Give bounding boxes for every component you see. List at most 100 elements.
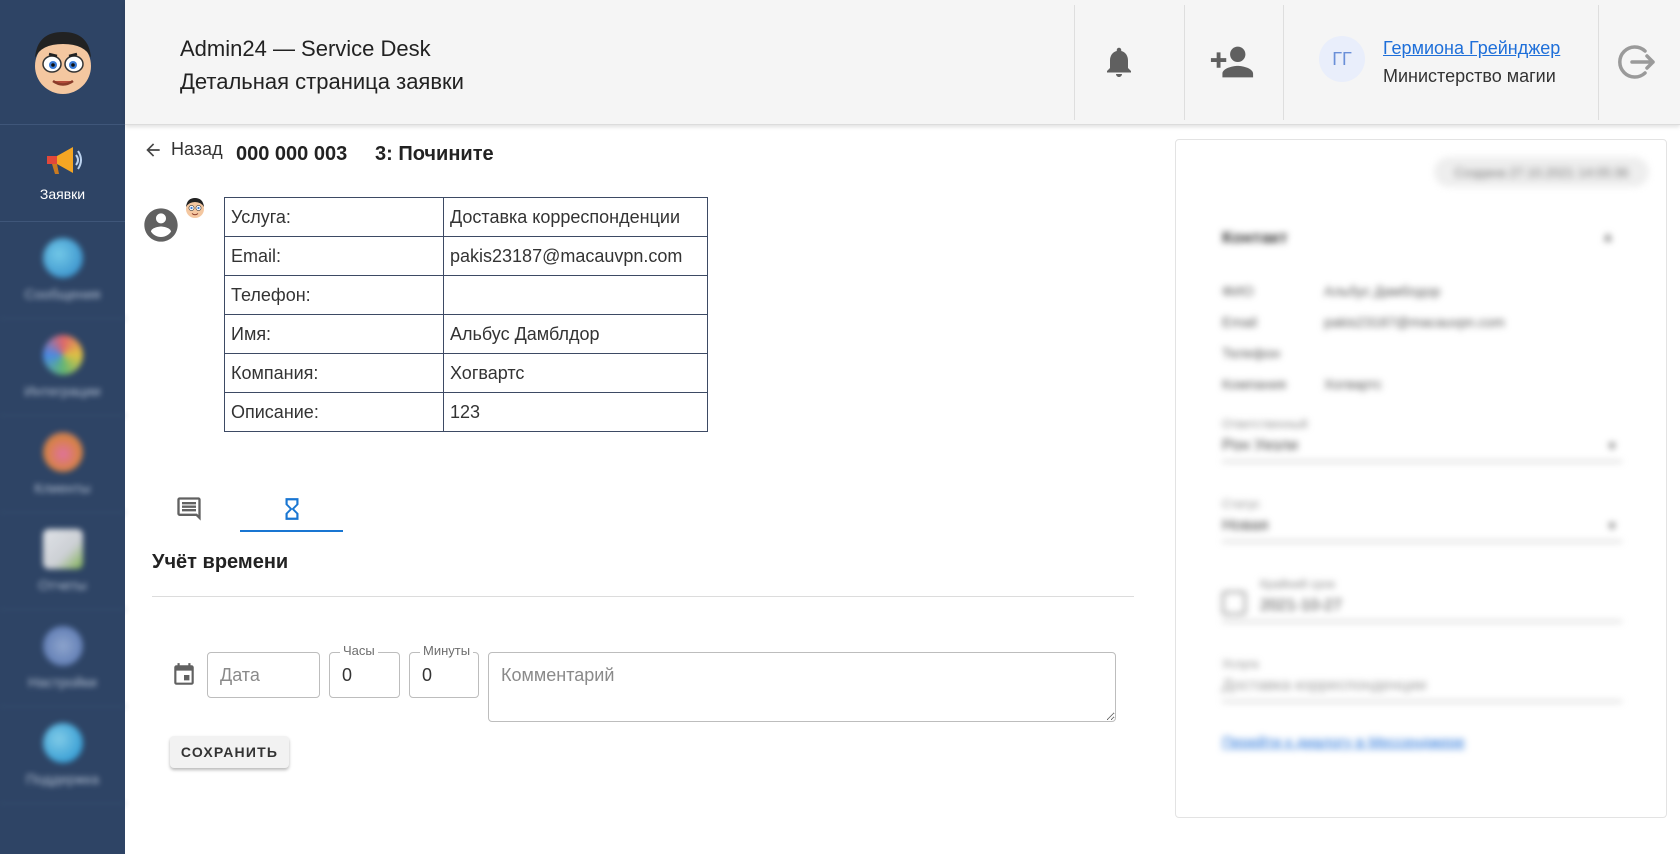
side-panel-content: Создана 27.10.2021 14:05:36 Контакт ▲ ФИ… — [1176, 140, 1666, 817]
contact-row: Email pakis23187@macauvpn.com — [1222, 314, 1505, 330]
time-tracking-title: Учёт времени — [152, 551, 289, 573]
sidebar-item-label: Клиенты — [34, 480, 91, 496]
calendar-icon — [1222, 591, 1246, 615]
app-title: Admin24 — Service Desk — [180, 36, 431, 61]
ticket-info-table: Услуга: Доставка корреспонденции Email: … — [224, 197, 708, 432]
bell-icon — [1107, 47, 1131, 77]
back-label: Назад — [171, 139, 223, 159]
sidebar: Заявки Сообщения Интеграции Клиенты Отче… — [0, 0, 125, 854]
contact-key: Телефон — [1222, 345, 1281, 361]
ticket-number: 000 000 003 — [236, 143, 348, 165]
client-photo-icon — [186, 198, 204, 218]
header-divider — [1283, 5, 1284, 120]
integrations-icon — [42, 335, 83, 375]
arrow-left-icon — [146, 142, 160, 157]
status-value: Новая — [1222, 517, 1269, 534]
comment-field[interactable] — [488, 652, 1116, 722]
header-divider — [1074, 5, 1075, 120]
logo-avatar[interactable] — [0, 0, 125, 125]
contact-key: Email — [1222, 314, 1258, 330]
save-button[interactable]: СОХРАНИТЬ — [170, 736, 289, 768]
chevron-down-icon: ▼ — [1606, 519, 1618, 533]
ticket-title: 3: Почините — [375, 143, 494, 165]
sidebar-item-support[interactable]: Поддержка — [0, 707, 125, 804]
comment-textarea[interactable] — [489, 653, 1115, 721]
sidebar-item-clients[interactable]: Клиенты — [0, 416, 125, 513]
date-input[interactable] — [208, 653, 319, 697]
assignee-value: Рон Уизли — [1222, 437, 1298, 454]
contact-value: pakis23187@macauvpn.com — [1324, 314, 1505, 330]
header-divider — [1184, 5, 1185, 120]
logout-icon — [1618, 45, 1655, 79]
sidebar-item-settings[interactable]: Настройки — [0, 610, 125, 707]
service-label: Услуга — [1222, 657, 1259, 671]
hours-field[interactable]: Часы — [329, 643, 400, 698]
info-key: Услуга: — [224, 197, 444, 237]
status-select[interactable]: Статус Новая ▼ — [1222, 497, 1622, 542]
add-user-button[interactable] — [1200, 30, 1264, 94]
hours-input[interactable] — [330, 653, 399, 697]
minutes-field[interactable]: Минуты — [409, 643, 479, 698]
info-value: Альбус Дамблдор — [443, 314, 708, 354]
messenger-dialog-link[interactable]: Перейти к диалогу в Мессенджере — [1222, 734, 1465, 751]
sidebar-item-messages[interactable]: Сообщения — [0, 222, 125, 319]
active-tab-indicator — [240, 530, 343, 532]
person-add-icon — [1210, 46, 1254, 78]
info-value: pakis23187@macauvpn.com — [443, 236, 708, 276]
info-key: Компания: — [224, 353, 444, 393]
service-value: Доставка корреспонденции — [1222, 677, 1427, 694]
contact-key: Компания — [1222, 376, 1287, 392]
contact-row: ФИО Альбус Дамблдор — [1222, 283, 1440, 299]
table-row: Услуга: Доставка корреспонденции — [224, 197, 708, 237]
tab-time-tracking[interactable] — [240, 484, 344, 534]
created-badge: Создана 27.10.2021 14:05:36 — [1434, 157, 1649, 187]
sidebar-item-label: Поддержка — [25, 771, 100, 787]
info-key: Описание: — [224, 392, 444, 432]
back-button[interactable]: Назад — [143, 139, 223, 160]
user-organization: Министерство магии — [1383, 66, 1556, 86]
hourglass-icon — [285, 498, 299, 520]
sidebar-item-label: Заявки — [39, 186, 86, 202]
sidebar-item-integrations[interactable]: Интеграции — [0, 319, 125, 416]
info-value: 123 — [443, 392, 708, 432]
contact-key: ФИО — [1222, 283, 1254, 299]
deadline-label: Крайний срок — [1260, 577, 1336, 591]
date-field[interactable] — [207, 652, 320, 698]
sidebar-item-tickets[interactable]: Заявки — [0, 125, 125, 222]
account-circle-icon — [144, 208, 178, 242]
user-avatar[interactable]: ГГ — [1319, 36, 1365, 82]
info-value: Хогвартс — [443, 353, 708, 393]
contact-section-title[interactable]: Контакт — [1222, 228, 1288, 248]
tab-comments[interactable] — [137, 484, 241, 534]
info-value — [443, 275, 708, 315]
calendar-icon[interactable] — [171, 662, 197, 688]
deadline-value: 2021-10-27 — [1260, 597, 1342, 614]
chevron-up-icon[interactable]: ▲ — [1601, 228, 1615, 244]
minutes-label: Минуты — [420, 643, 474, 658]
notifications-button[interactable] — [1087, 30, 1151, 94]
comment-icon — [177, 497, 201, 521]
status-label: Статус — [1222, 497, 1260, 511]
ticket-side-panel: Создана 27.10.2021 14:05:36 Контакт ▲ ФИ… — [1175, 139, 1667, 818]
user-name-link[interactable]: Гермиона Грейнджер — [1383, 38, 1560, 59]
table-row: Имя: Альбус Дамблдор — [224, 314, 708, 354]
header-divider — [1598, 5, 1599, 120]
deadline-field[interactable]: Крайний срок 2021-10-27 — [1222, 577, 1622, 622]
service-field[interactable]: Услуга Доставка корреспонденции — [1222, 657, 1622, 702]
table-row: Компания: Хогвартс — [224, 353, 708, 393]
sidebar-item-reports[interactable]: Отчеты — [0, 513, 125, 610]
settings-icon — [42, 626, 83, 666]
top-header: Admin24 — Service Desk Детальная страниц… — [125, 0, 1680, 125]
assignee-select[interactable]: Ответственный Рон Уизли ▼ — [1222, 417, 1622, 462]
page-subtitle: Детальная страница заявки — [180, 69, 464, 94]
sidebar-item-label: Сообщения — [24, 286, 101, 302]
cartoon-face-icon — [34, 32, 91, 94]
hours-label: Часы — [340, 643, 378, 658]
minutes-input[interactable] — [410, 653, 478, 697]
contact-value: Хогвартс — [1324, 376, 1382, 392]
contact-row: Телефон — [1222, 345, 1280, 361]
reports-icon — [42, 529, 83, 569]
support-icon — [42, 723, 83, 763]
logout-button[interactable] — [1604, 30, 1668, 94]
clients-icon — [42, 432, 83, 472]
